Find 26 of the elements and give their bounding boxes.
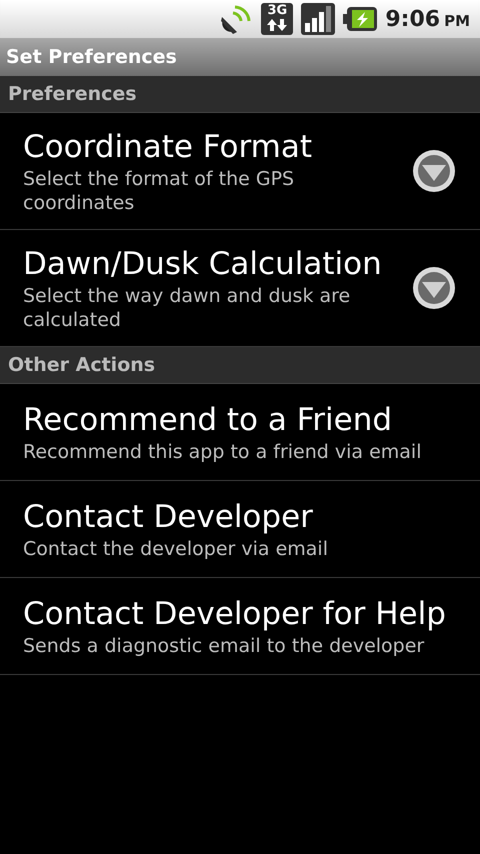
preference-summary: Contact the developer via email [23,537,329,561]
preference-summary: Sends a diagnostic email to the developer [23,634,426,658]
preference-summary: Select the way dawn and dusk are calculated [23,284,352,332]
clock-period: PM [444,10,470,32]
preference-summary: Recommend this app to a friend via email [23,440,422,464]
dropdown-icon[interactable] [412,266,456,310]
preference-item[interactable]: Coordinate Format Select the format of the GPS coordinates [0,113,480,230]
preference-item[interactable]: Recommend to a Friend Recommend this app to a friend via email [0,384,480,481]
dropdown-icon[interactable] [412,149,456,193]
clock-time: 9:06 [385,6,440,34]
window-title: Set Preferences [6,44,177,70]
data-arrows-icon [266,18,288,32]
battery-charging-icon [343,6,378,32]
preference-item[interactable]: Contact Developer for Help Sends a diagnostic email to the developer [0,578,480,675]
preference-summary: Select the format of the GPS coordinates [23,167,296,215]
preference-title: Contact Developer for Help [23,595,447,634]
category-header: Preferences [0,76,480,113]
category-header: Other Actions [0,347,480,384]
preference-item[interactable]: Contact Developer Contact the developer via email [0,481,480,578]
preference-title: Dawn/Dusk Calculation [23,245,383,284]
preference-title: Recommend to a Friend [23,401,394,440]
preference-title: Coordinate Format [23,128,314,167]
preference-title: Contact Developer [23,498,314,537]
signal-icon [301,3,336,35]
network-label: 3G [267,3,288,18]
gps-satellite-icon [219,3,254,35]
